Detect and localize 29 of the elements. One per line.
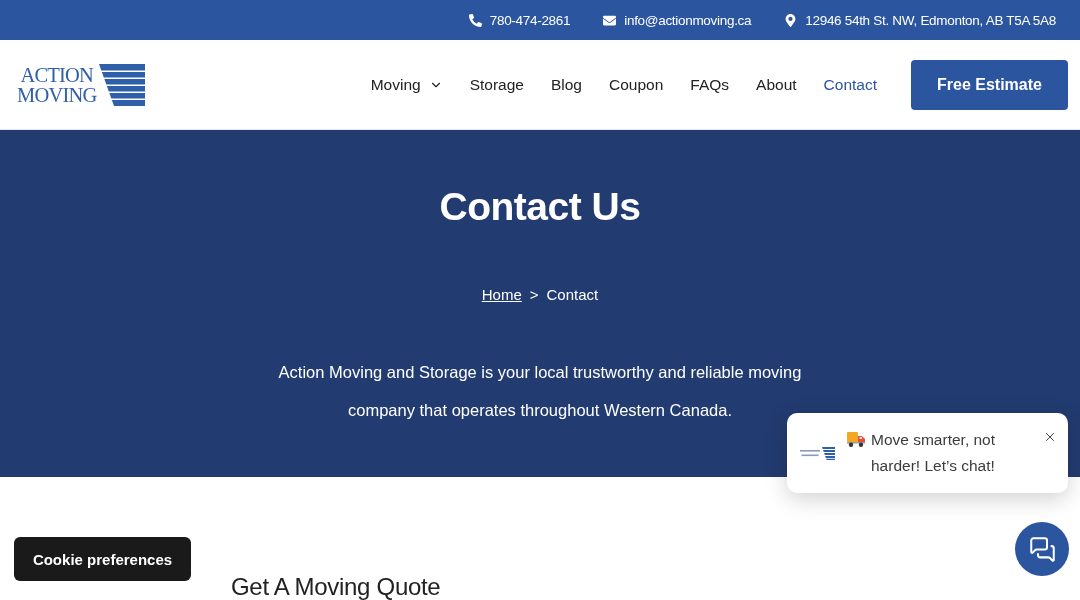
close-icon[interactable]: [1043, 430, 1057, 444]
page-title: Contact Us: [439, 184, 641, 230]
chat-button[interactable]: [1015, 522, 1069, 576]
breadcrumb-separator: >: [529, 285, 539, 305]
nav-link[interactable]: Moving: [370, 75, 443, 94]
chat-message: Move smarter, not harder! Let’s chat!: [871, 430, 997, 476]
map-pin-icon: [784, 13, 798, 27]
phone-icon: [468, 13, 482, 27]
breadcrumb-current: Contact: [546, 285, 599, 305]
address-link[interactable]: 12946 54th St. NW, Edmonton, AB T5A 5A8: [784, 12, 1056, 28]
cookie-preferences-button[interactable]: Cookie preferences: [14, 537, 191, 581]
nav-link[interactable]: FAQs: [690, 75, 730, 94]
nav-link[interactable]: Coupon: [609, 75, 664, 94]
chat-icon: [1028, 535, 1056, 563]
nav-link[interactable]: About: [756, 75, 797, 94]
breadcrumb-link[interactable]: Home: [481, 285, 522, 305]
email-link[interactable]: info@actionmoving.ca: [603, 12, 752, 28]
section-heading: Get A Moving Quote: [231, 574, 441, 600]
logo-icon: [800, 446, 835, 460]
phone-link[interactable]: 780-474-2861: [468, 12, 571, 28]
logo-text[interactable]: ACTION MOVING: [17, 64, 97, 105]
envelope-icon: [603, 13, 617, 27]
intro-text: Action Moving and Storage is your local trustworthy and reliable moving company that operates throughout Western Canada.: [277, 362, 803, 421]
nav-link[interactable]: Contact: [823, 75, 877, 94]
free-estimate-button[interactable]: Free Estimate: [911, 59, 1068, 110]
nav-link[interactable]: Storage: [469, 75, 524, 94]
nav-link[interactable]: Blog: [550, 75, 582, 94]
logo-stripes-icon: [99, 63, 146, 106]
truck-icon: [847, 432, 865, 447]
